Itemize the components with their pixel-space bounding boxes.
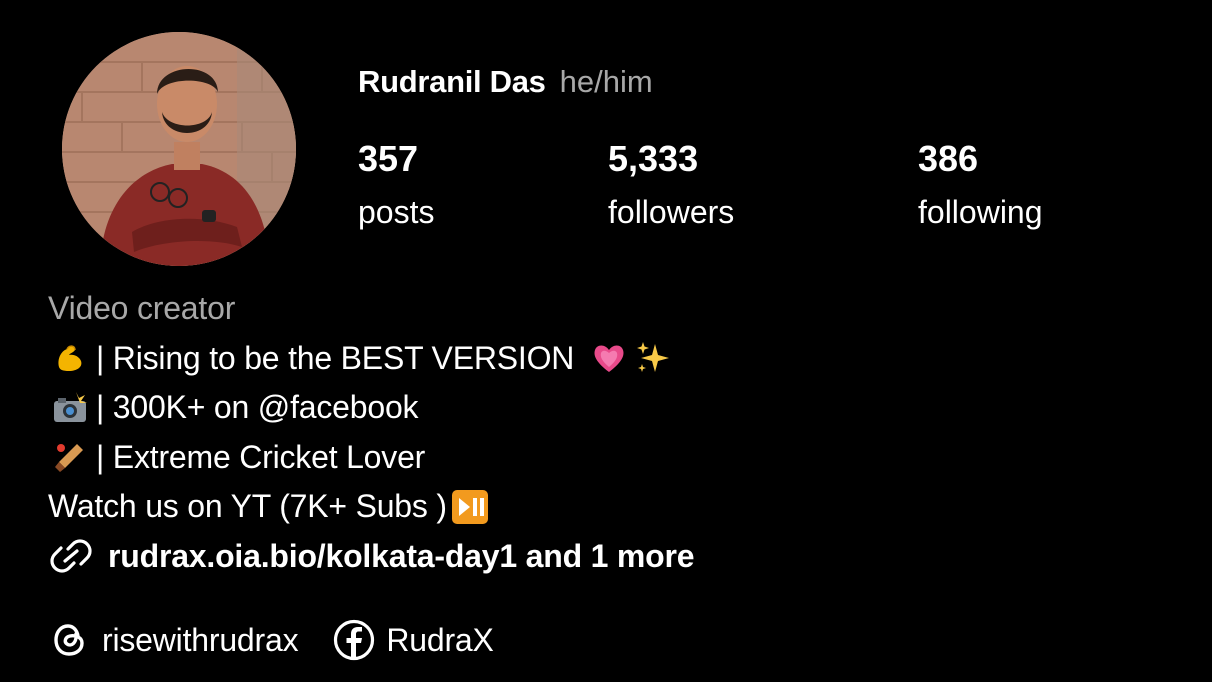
bio-line-text: | Extreme Cricket Lover <box>96 438 426 475</box>
bio-link-text[interactable]: rudrax.oia.bio/kolkata-day1 and 1 more <box>108 538 695 575</box>
bio-link[interactable]: rudrax.oia.bio/kolkata-day1 and 1 more <box>48 532 1168 582</box>
category-label: Video creator <box>48 290 236 327</box>
followers-stat[interactable]: 5,333 followers <box>608 138 734 232</box>
bio-line: Watch us on YT (7K+ Subs ) <box>48 482 1168 532</box>
followers-label: followers <box>608 194 735 230</box>
following-label: following <box>918 194 1043 230</box>
posts-label: posts <box>358 194 435 230</box>
play-pause-button-emoji <box>449 487 491 527</box>
following-stat[interactable]: 386 following <box>918 138 1043 232</box>
bio: Video creator | Rising to be the BEST VE… <box>48 284 1168 581</box>
bio-line-text: | 300K+ on @facebook <box>96 389 419 426</box>
bio-line-text: | Rising to be the BEST VERSION <box>96 339 575 376</box>
facebook-link[interactable]: RudraX <box>332 618 494 662</box>
followers-count: 5,333 <box>608 138 699 179</box>
avatar-photo <box>62 32 296 266</box>
posts-stat[interactable]: 357 posts <box>358 138 434 232</box>
link-icon <box>48 536 94 576</box>
threads-username: risewithrudrax <box>102 621 299 658</box>
posts-count: 357 <box>358 138 419 179</box>
bio-line: | 300K+ on @facebook <box>48 383 1168 433</box>
bio-line: | Extreme Cricket Lover <box>48 433 1168 483</box>
flexed-biceps-emoji <box>48 338 92 378</box>
threads-link[interactable]: risewithrudrax <box>48 618 299 662</box>
cricket-bat-emoji <box>48 437 92 477</box>
profile-avatar[interactable] <box>62 32 296 266</box>
bio-line-text: Watch us on YT (7K+ Subs ) <box>48 488 447 525</box>
sparkles-emoji <box>632 338 674 378</box>
following-count: 386 <box>918 138 979 179</box>
growing-heart-emoji <box>588 338 630 378</box>
facebook-icon <box>332 618 376 662</box>
display-name: Rudranil Das <box>358 64 546 99</box>
facebook-username: RudraX <box>386 621 494 658</box>
social-links: risewithrudrax RudraX <box>48 614 528 666</box>
camera-flash-emoji <box>48 388 92 428</box>
pronouns: he/him <box>559 64 653 99</box>
bio-line: | Rising to be the BEST VERSION <box>48 334 1168 384</box>
profile-header: Rudranil Das he/him <box>358 64 653 104</box>
threads-icon <box>48 618 92 662</box>
